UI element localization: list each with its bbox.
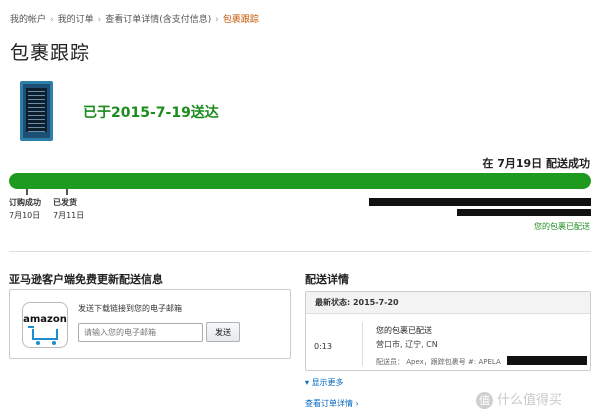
package-update-status: 您的包裹已配送	[534, 222, 590, 231]
tracking-details-box: 最新状态: 2015-7-20 0:13 您的包裹已配送 营口市, 辽宁, CN…	[305, 291, 591, 371]
breadcrumb-separator: ›	[215, 15, 219, 25]
view-order-details-link[interactable]: 查看订单详情 ›	[305, 398, 359, 409]
app-download-prompt: 发送下载链接到您的电子邮箱	[78, 304, 182, 313]
email-input[interactable]	[78, 323, 203, 342]
delivered-on-label: 在 7月19日 配送成功	[482, 157, 590, 170]
app-download-card: amazon 发送下载链接到您的电子邮箱 发送	[9, 289, 291, 359]
milestone-ordered: 订购成功 7月10日	[9, 196, 41, 222]
milestone-shipped: 已发货 7月11日	[53, 196, 84, 222]
milestone-label: 订购成功	[9, 198, 41, 207]
milestone-marker	[66, 189, 68, 195]
show-more-link[interactable]: ▾ 显示更多	[305, 377, 344, 388]
shipment-progress-bar	[9, 173, 591, 189]
send-button[interactable]: 发送	[206, 322, 240, 342]
milestone-marker	[26, 189, 28, 195]
breadcrumb-separator: ›	[50, 15, 54, 25]
watermark-badge-icon: 值	[476, 392, 493, 409]
cart-basket	[32, 329, 58, 340]
latest-status-header: 最新状态: 2015-7-20	[306, 292, 590, 314]
breadcrumb-order-details-link[interactable]: 查看订单详情(含支付信息)	[105, 15, 211, 25]
breadcrumb-my-account-link[interactable]: 我的帐户	[10, 15, 46, 25]
milestone-date: 7月10日	[9, 211, 41, 220]
app-section-title: 亚马逊客户端免费更新配送信息	[9, 273, 163, 286]
redacted-tracking-number	[507, 356, 587, 365]
tracking-section-title: 配送详情	[305, 273, 349, 286]
event-status: 您的包裹已配送	[376, 326, 432, 335]
redacted-address-bar	[457, 209, 591, 216]
event-divider	[362, 322, 363, 366]
breadcrumb: 我的帐户 › 我的订单 › 查看订单详情(含支付信息) › 包裹跟踪	[10, 12, 259, 25]
cart-handle	[28, 326, 34, 328]
watermark-text: 什么值得买	[497, 393, 563, 408]
milestone-date: 7月11日	[53, 211, 85, 220]
section-divider	[9, 251, 591, 252]
amazon-logo-text: amazon	[23, 314, 67, 325]
product-thumbnail[interactable]	[20, 81, 53, 141]
show-more-label: 显示更多	[311, 378, 344, 387]
shipment-progress-fill	[9, 173, 591, 189]
amazon-app-cart-icon: amazon	[22, 302, 68, 348]
event-location: 营口市, 辽宁, CN	[376, 340, 438, 349]
event-time: 0:13	[314, 342, 332, 351]
cart-wheel	[52, 341, 56, 345]
event-carrier-info: 配送员： Apex，跟踪包裹号 #: APELA	[376, 358, 501, 366]
watermark: 值什么值得买	[476, 389, 562, 409]
delivery-status: 已于2015-7-19送达	[83, 105, 219, 121]
breadcrumb-my-orders-link[interactable]: 我的订单	[58, 15, 94, 25]
page-title: 包裹跟踪	[10, 42, 91, 64]
cart-wheel	[36, 341, 40, 345]
breadcrumb-separator: ›	[97, 15, 102, 25]
breadcrumb-current: 包裹跟踪	[222, 15, 259, 25]
e-reader-screen-image	[26, 88, 47, 132]
redacted-address-bar	[369, 198, 591, 206]
milestone-label: 已发货	[53, 198, 77, 207]
